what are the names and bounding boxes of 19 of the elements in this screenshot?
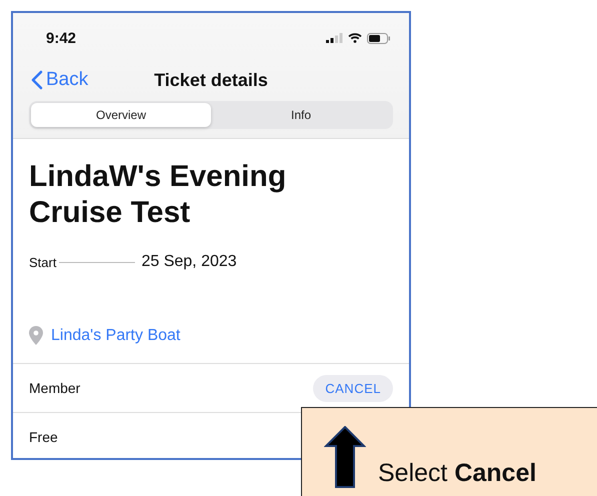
battery-icon — [367, 32, 391, 44]
arrow-up-icon — [324, 426, 366, 488]
status-time: 9:42 — [46, 30, 76, 46]
segment-tab[interactable]: Overview — [31, 103, 211, 127]
segment-tab[interactable]: Info — [211, 103, 391, 127]
start-date: 25 Sep, 2023 — [141, 253, 237, 271]
location-pin-icon — [29, 326, 43, 345]
wifi-icon — [348, 33, 362, 43]
location-link[interactable]: Linda's Party Boat — [51, 326, 180, 344]
event-title: LindaW's Evening Cruise Test — [29, 159, 288, 231]
start-label: Start — [29, 254, 56, 270]
ticket-name: Free — [29, 429, 58, 445]
ticket-name: Member — [29, 380, 80, 396]
cancel-button[interactable]: CANCEL — [313, 374, 393, 402]
signal-icon — [326, 33, 343, 43]
screen-title: Ticket details — [154, 70, 268, 90]
chevron-left-icon — [31, 70, 43, 90]
back-button[interactable]: Back — [31, 69, 88, 91]
callout-text: Select Cancel — [378, 458, 536, 488]
